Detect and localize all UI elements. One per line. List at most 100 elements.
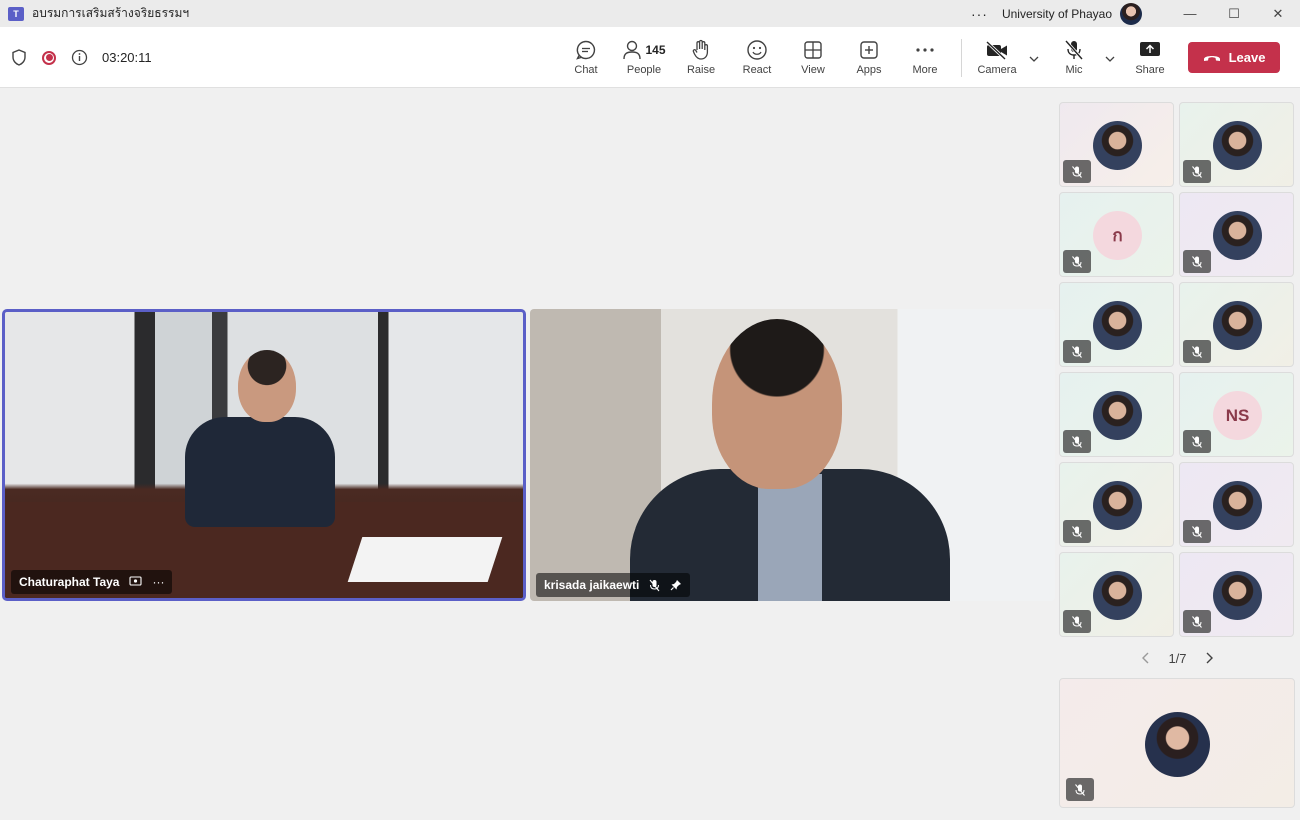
more-actions-button[interactable]: More — [897, 38, 953, 80]
mic-muted-icon — [1063, 610, 1091, 633]
apps-button[interactable]: Apps — [841, 38, 897, 80]
mic-muted-icon — [1066, 778, 1094, 801]
meeting-toolbar: 03:20:11 Chat 145 People Raise React Vie… — [0, 27, 1300, 88]
video-person-head — [238, 350, 296, 422]
react-label: React — [742, 64, 772, 76]
self-view-tile[interactable] — [1059, 678, 1295, 808]
chat-button[interactable]: Chat — [558, 38, 614, 80]
mic-muted-icon — [1183, 160, 1211, 183]
mic-muted-icon — [1183, 610, 1211, 633]
gallery-tile[interactable] — [1059, 552, 1174, 637]
toolbar-divider — [961, 39, 962, 77]
gallery-tile[interactable] — [1179, 192, 1294, 277]
title-bar: T อบรมการเสริมสร้างจริยธรรมฯ ··· Univers… — [0, 0, 1300, 27]
view-label: View — [801, 64, 825, 76]
participant-avatar — [1213, 481, 1262, 530]
view-button[interactable]: View — [785, 38, 841, 80]
participant-avatar — [1213, 301, 1262, 350]
participant-name-tag: krisada jaikaewti — [536, 573, 691, 597]
next-page-chevron-icon[interactable] — [1203, 651, 1215, 665]
participant-avatar — [1093, 301, 1142, 350]
camera-label: Camera — [977, 64, 1017, 76]
camera-off-icon — [985, 38, 1009, 62]
mic-options-chevron-icon[interactable] — [1103, 52, 1117, 66]
gallery-tile[interactable] — [1179, 462, 1294, 547]
participant-more-button[interactable]: ··· — [152, 575, 164, 589]
share-button[interactable]: Share — [1122, 38, 1178, 80]
ellipsis-icon — [915, 38, 935, 62]
gallery-tile[interactable] — [1179, 102, 1294, 187]
screen-share-icon — [129, 576, 143, 588]
mic-muted-icon — [1063, 250, 1091, 273]
mic-off-icon — [1064, 38, 1084, 62]
raise-hand-button[interactable]: Raise — [673, 38, 729, 80]
maximize-button[interactable]: ☐ — [1212, 0, 1256, 27]
gallery-tile[interactable] — [1059, 372, 1174, 457]
participant-name: krisada jaikaewti — [544, 578, 640, 592]
pin-icon[interactable] — [670, 579, 682, 591]
react-button[interactable]: React — [729, 38, 785, 80]
chat-label: Chat — [574, 64, 598, 76]
mic-muted-icon — [1183, 520, 1211, 543]
hand-icon — [691, 38, 711, 62]
gallery-tile[interactable] — [1059, 282, 1174, 367]
mic-button[interactable]: Mic — [1046, 38, 1102, 80]
mic-muted-icon — [1063, 160, 1091, 183]
gallery-tile[interactable]: NS — [1179, 372, 1294, 457]
gallery-tile[interactable] — [1059, 462, 1174, 547]
minimize-button[interactable]: — — [1168, 0, 1212, 27]
account-avatar[interactable] — [1120, 2, 1142, 25]
camera-options-chevron-icon[interactable] — [1027, 52, 1041, 66]
close-button[interactable]: ✕ — [1256, 0, 1300, 27]
people-button[interactable]: 145 People — [614, 38, 674, 80]
apps-label: Apps — [856, 64, 882, 76]
self-avatar — [1145, 712, 1210, 777]
video-tile-participant[interactable]: krisada jaikaewti — [530, 309, 1055, 601]
video-person-shirt — [758, 474, 822, 601]
participant-avatar — [1213, 211, 1262, 260]
hang-up-icon — [1203, 55, 1220, 61]
gallery-tile[interactable] — [1059, 102, 1174, 187]
teams-logo-icon: T — [8, 6, 24, 21]
video-tile-pinned-speaker[interactable]: Chaturaphat Taya ··· — [2, 309, 526, 601]
mic-label: Mic — [1065, 64, 1083, 76]
participant-name-tag: Chaturaphat Taya ··· — [11, 570, 173, 594]
video-person-body — [185, 417, 335, 527]
gallery-tile[interactable]: ก — [1059, 192, 1174, 277]
video-person-head — [712, 319, 842, 489]
raise-label: Raise — [686, 64, 716, 76]
participant-initials: ก — [1093, 211, 1142, 260]
participant-avatar — [1093, 571, 1142, 620]
organization-name: University of Phayao — [1001, 6, 1112, 21]
participant-name: Chaturaphat Taya — [19, 575, 120, 589]
mic-muted-icon — [1183, 250, 1211, 273]
meeting-timer: 03:20:11 — [102, 50, 152, 65]
mic-muted-icon — [1183, 430, 1211, 453]
share-label: Share — [1135, 64, 1165, 76]
info-icon[interactable] — [70, 49, 88, 67]
more-options-button[interactable]: ··· — [971, 6, 988, 22]
gallery-tile[interactable] — [1179, 552, 1294, 637]
mic-muted-icon — [1063, 340, 1091, 363]
page-indicator: 1/7 — [1168, 650, 1187, 666]
add-app-icon — [859, 38, 879, 62]
participant-avatar — [1093, 391, 1142, 440]
more-label: More — [912, 64, 938, 76]
camera-button[interactable]: Camera — [969, 38, 1025, 80]
participant-avatar — [1213, 571, 1262, 620]
gallery-tile[interactable] — [1179, 282, 1294, 367]
shield-icon[interactable] — [10, 49, 28, 67]
mic-muted-icon — [649, 579, 660, 592]
share-screen-icon — [1139, 38, 1161, 62]
previous-page-chevron-icon[interactable] — [1140, 651, 1152, 665]
mic-muted-icon — [1183, 340, 1211, 363]
mic-muted-icon — [1063, 430, 1091, 453]
gallery-pager: 1/7 — [1140, 648, 1215, 668]
window-title: อบรมการเสริมสร้างจริยธรรมฯ — [32, 6, 190, 20]
recording-icon[interactable] — [40, 49, 58, 67]
leave-button[interactable]: Leave — [1188, 42, 1280, 73]
chat-icon — [575, 38, 597, 62]
participant-avatar — [1093, 121, 1142, 170]
smiley-icon — [746, 38, 768, 62]
participant-initials: NS — [1213, 391, 1262, 440]
